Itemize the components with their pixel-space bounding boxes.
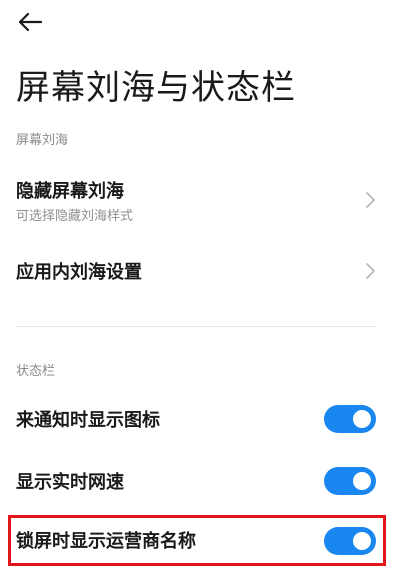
back-button[interactable] [12,10,48,38]
arrow-left-icon [17,12,43,36]
lockscreen-carrier-name-title: 锁屏时显示运营商名称 [16,531,196,552]
page-title: 屏幕刘海与状态栏 [16,68,296,108]
hide-notch-subtitle: 可选择隐藏刘海样式 [16,209,134,224]
hide-notch-item[interactable]: 隐藏屏幕刘海 可选择隐藏刘海样式 [0,172,400,228]
lockscreen-carrier-name-toggle[interactable] [324,527,376,555]
chevron-right-icon [364,191,376,209]
in-app-notch-settings-item[interactable]: 应用内刘海设置 [0,250,400,294]
hide-notch-title: 隐藏屏幕刘海 [16,181,124,202]
network-speed-item[interactable]: 显示实时网速 [0,460,400,504]
toggle-knob [353,410,371,428]
section-label-status-bar: 状态栏 [16,364,56,379]
chevron-right-icon [364,262,376,280]
section-divider [16,326,376,327]
notification-icons-item[interactable]: 来通知时显示图标 [0,398,400,442]
notification-icons-title: 来通知时显示图标 [16,410,160,431]
lockscreen-carrier-name-item[interactable]: 锁屏时显示运营商名称 [0,519,400,563]
toggle-knob [353,472,371,490]
network-speed-title: 显示实时网速 [16,472,124,493]
in-app-notch-settings-title: 应用内刘海设置 [16,262,142,283]
toggle-knob [353,532,371,550]
network-speed-toggle[interactable] [324,467,376,495]
section-label-notch: 屏幕刘海 [16,133,69,148]
notification-icons-toggle[interactable] [324,405,376,433]
